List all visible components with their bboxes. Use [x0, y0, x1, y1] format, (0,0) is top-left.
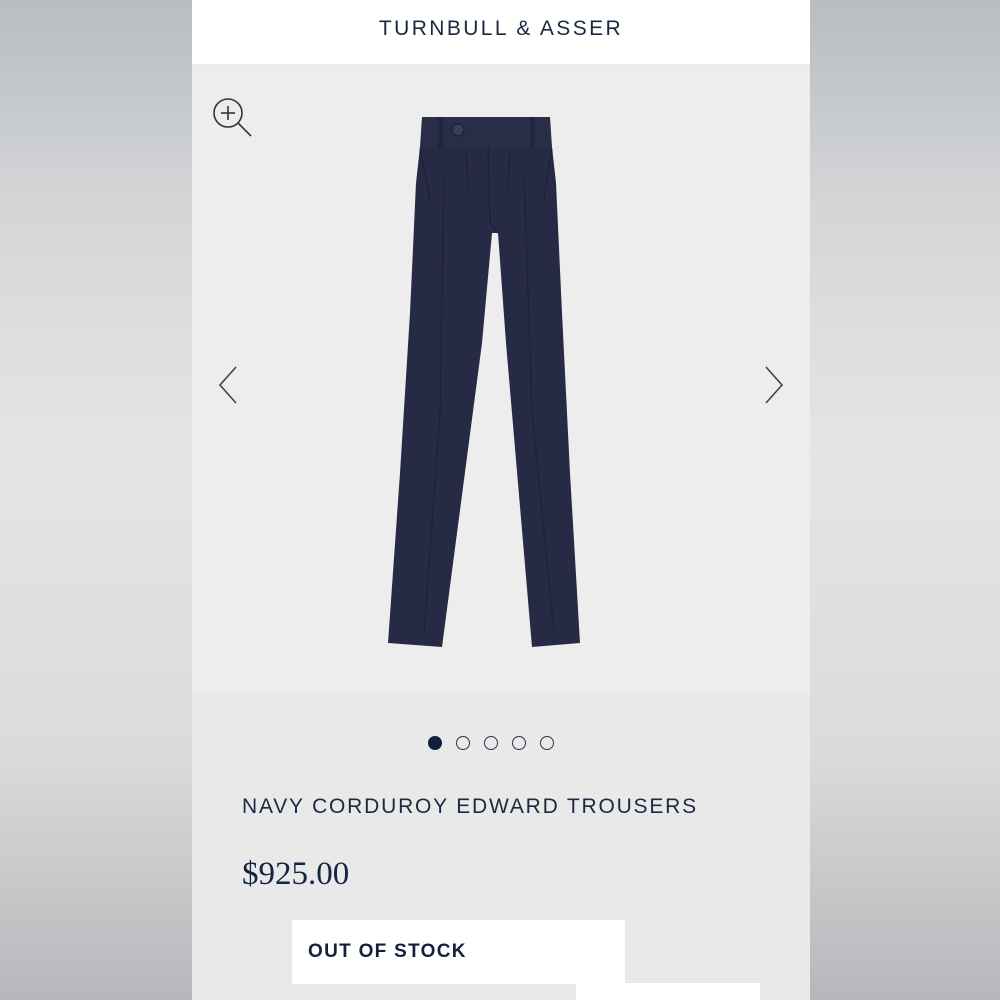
product-page: TURNBULL & ASSER NAVY CORDUROY EDWARD TR…: [192, 0, 810, 1000]
site-header: TURNBULL & ASSER: [192, 0, 810, 64]
secondary-panel-edge: [576, 983, 760, 1000]
product-price: $925.00: [242, 856, 350, 892]
gallery-pagination: [428, 736, 554, 750]
zoom-in-icon[interactable]: [210, 95, 256, 141]
chevron-right-icon: [765, 366, 784, 404]
pagination-dot-3[interactable]: [484, 736, 498, 750]
stock-status-label: OUT OF STOCK: [308, 941, 467, 962]
brand-logo[interactable]: TURNBULL & ASSER: [379, 17, 623, 41]
out-of-stock-button[interactable]: OUT OF STOCK: [292, 920, 625, 984]
product-info: NAVY CORDUROY EDWARD TROUSERS $925.00 OU…: [192, 693, 810, 1000]
previous-image-button[interactable]: [214, 363, 244, 407]
pagination-dot-5[interactable]: [540, 736, 554, 750]
next-image-button[interactable]: [758, 363, 788, 407]
pagination-dot-1[interactable]: [428, 736, 442, 750]
product-image-gallery[interactable]: [192, 73, 810, 693]
product-title: NAVY CORDUROY EDWARD TROUSERS: [242, 795, 698, 818]
product-image-trousers: [388, 117, 580, 647]
chevron-left-icon: [218, 366, 237, 404]
pagination-dot-2[interactable]: [456, 736, 470, 750]
pagination-dot-4[interactable]: [512, 736, 526, 750]
